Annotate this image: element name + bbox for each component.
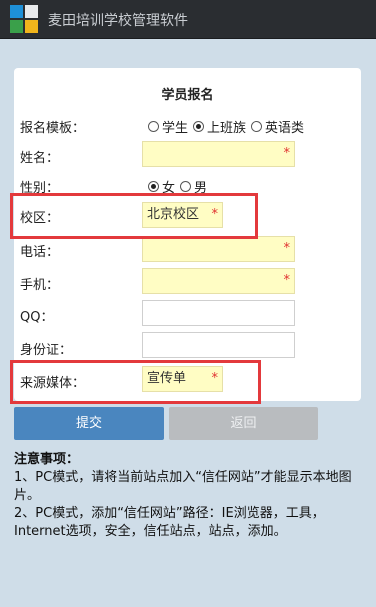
app-title: 麦田培训学校管理软件 [48,13,188,29]
notes-line-1: 1、PC模式，请将当前站点加入“信任网站”才能显示本地图片。 [14,470,352,503]
radio-icon[interactable] [251,121,263,132]
template-option-office-worker[interactable]: 上班族 [193,117,246,136]
required-mark: * [283,146,291,161]
id-card-input[interactable] [142,332,295,358]
name-label: 姓名： [20,151,60,166]
radio-checked-icon[interactable] [193,121,205,132]
back-button[interactable]: 返回 [169,407,318,440]
template-radio-group: 学生 上班族 英语类 [148,117,309,136]
name-input[interactable]: * [142,141,295,167]
radio-icon[interactable] [180,181,192,192]
form-title: 学员报名 [161,88,214,103]
required-mark: * [283,273,291,288]
radio-icon[interactable] [148,121,159,132]
required-mark: * [283,241,291,256]
app-logo-icon [10,5,38,33]
template-option-english[interactable]: 英语类 [251,117,304,136]
phone-input[interactable]: * [142,236,295,262]
template-label: 报名模板： [20,121,86,136]
notes-line-2: 2、PC模式，添加“信任网站”路径：IE浏览器，工具，Internet选项，安全… [14,506,325,539]
notes-section: 注意事项： 1、PC模式，请将当前站点加入“信任网站”才能显示本地图片。 2、P… [14,451,364,541]
title-bar: 麦田培训学校管理软件 [0,0,376,39]
mobile-label: 手机： [20,278,60,293]
submit-button[interactable]: 提交 [14,407,164,440]
campus-highlight-box [10,193,258,239]
radio-checked-icon[interactable] [148,181,159,192]
qq-input[interactable] [142,300,295,326]
id-card-label: 身份证： [20,343,73,358]
notes-heading: 注意事项： [14,452,80,467]
phone-label: 电话： [20,245,60,260]
qq-label: QQ： [20,310,54,325]
source-media-highlight-box [10,360,261,404]
template-option-student[interactable]: 学生 [148,117,188,136]
mobile-input[interactable]: * [142,268,295,294]
